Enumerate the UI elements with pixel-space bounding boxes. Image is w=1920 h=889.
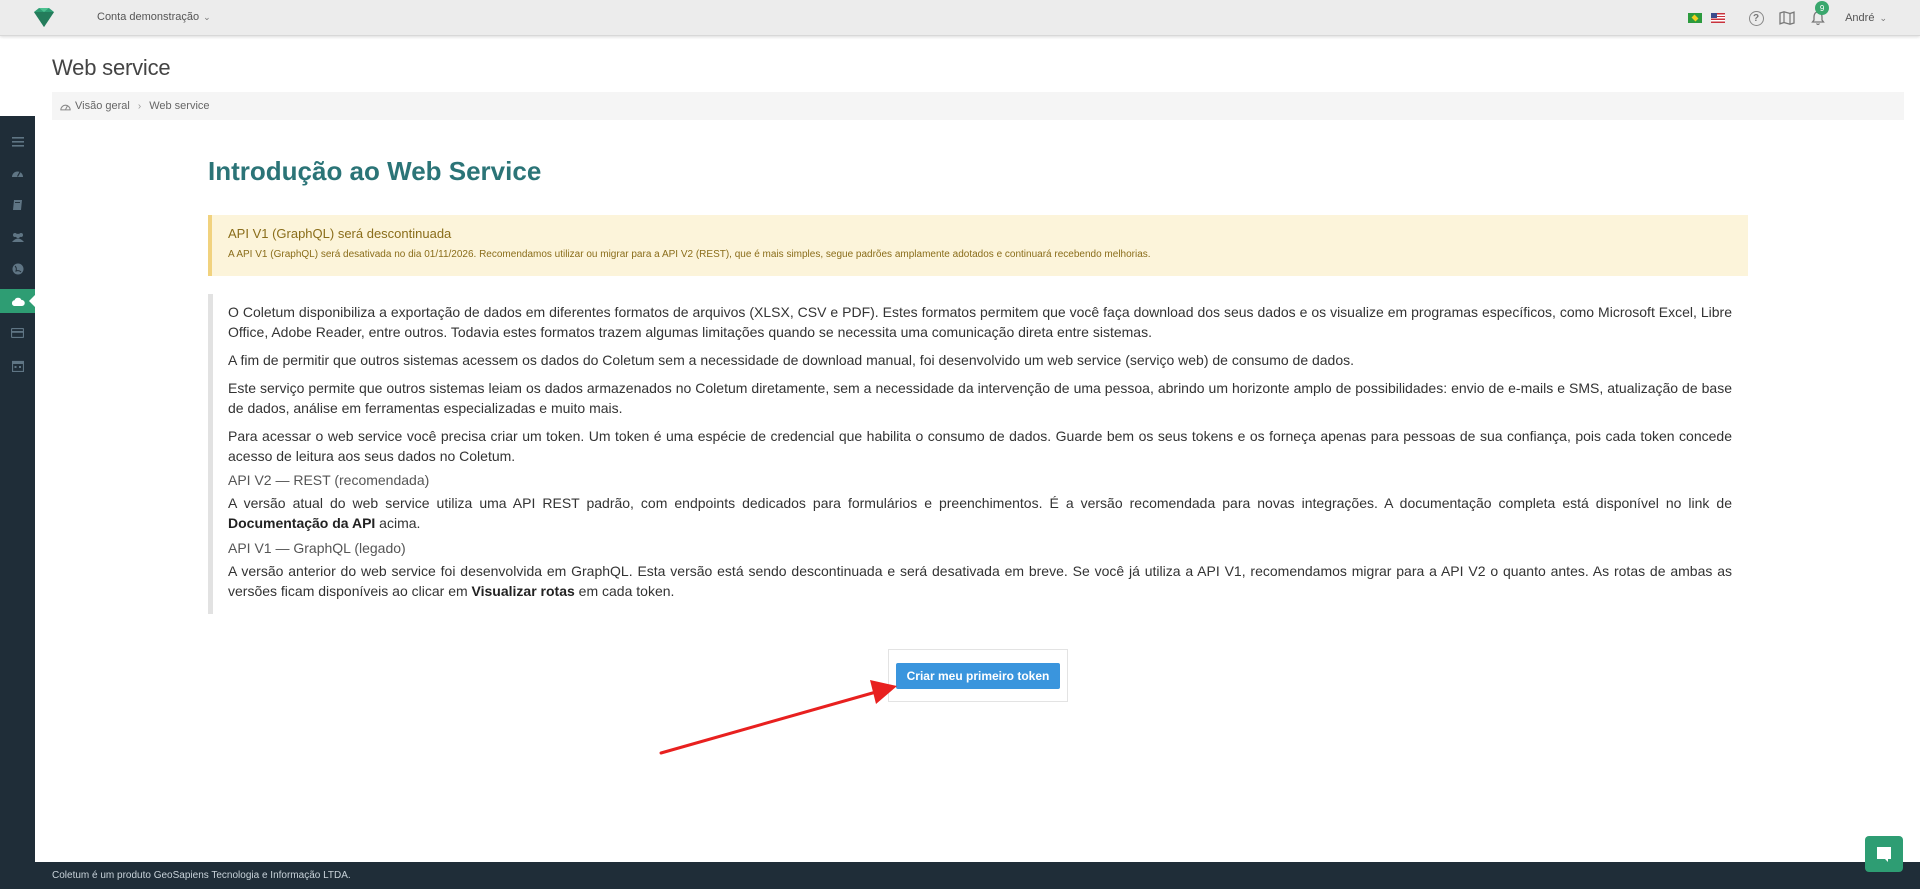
chat-widget-button[interactable] (1865, 836, 1903, 872)
sidebar (0, 116, 35, 889)
alert-text: A API V1 (GraphQL) será desativada no di… (228, 249, 1151, 260)
flag-us-icon[interactable] (1711, 13, 1726, 23)
help-button[interactable]: ? (1747, 9, 1765, 27)
book-icon[interactable] (0, 193, 35, 217)
breadcrumb-overview-link[interactable]: Visão geral (75, 100, 130, 112)
intro-paragraph: A fim de permitir que outros sistemas ac… (228, 352, 1355, 368)
chevron-down-icon: ⌄ (203, 11, 211, 22)
chat-icon (1877, 847, 1891, 862)
dashboard-icon (60, 104, 71, 110)
logo-icon[interactable] (32, 7, 56, 29)
breadcrumb: Visão geral › Web service (52, 92, 1904, 120)
intro-paragraph: Para acessar o web service você precisa … (228, 428, 1732, 464)
main-heading: Introdução ao Web Service (208, 156, 542, 186)
help-icon: ? (1748, 10, 1764, 26)
intro-paragraph: O Coletum disponibiliza a exportação de … (228, 304, 1732, 340)
top-bar: Conta demonstração ⌄ ? 9 André ⌄ (0, 0, 1920, 36)
account-selector[interactable]: Conta demonstração ⌄ (97, 11, 211, 23)
user-name: André (1845, 12, 1875, 24)
view-routes-reference: Visualizar rotas (471, 583, 575, 599)
notifications-button[interactable]: 9 (1809, 1, 1830, 27)
api-v1-text: A versão anterior do web service foi des… (228, 563, 1732, 599)
api-v1-title: API V1 — GraphQL (legado) (228, 540, 406, 556)
intro-paragraph: Este serviço permite que outros sistemas… (228, 380, 1732, 416)
top-right-tools: ? 9 André ⌄ (1688, 0, 1920, 36)
api-v2-text: A versão atual do web service utiliza um… (228, 495, 1732, 531)
card-icon[interactable] (0, 321, 35, 345)
globe-icon[interactable] (0, 257, 35, 281)
map-button[interactable] (1778, 9, 1796, 27)
footer: Coletum é um produto GeoSapiens Tecnolog… (0, 862, 1920, 889)
notification-badge: 9 (1815, 1, 1830, 15)
chevron-down-icon: ⌄ (1879, 12, 1887, 23)
users-icon[interactable] (0, 225, 35, 249)
map-icon (1779, 11, 1795, 25)
calendar-icon[interactable] (0, 354, 35, 378)
breadcrumb-current: Web service (149, 100, 210, 112)
deprecation-alert: API V1 (GraphQL) será descontinuada A AP… (208, 215, 1748, 276)
flag-br-icon[interactable] (1688, 13, 1703, 23)
page-title: Web service (52, 55, 171, 80)
api-v2-title: API V2 — REST (recomendada) (228, 472, 430, 488)
cloud-icon[interactable] (0, 289, 35, 313)
list-icon[interactable] (0, 130, 35, 154)
chevron-right-icon: › (137, 100, 142, 112)
footer-text: Coletum é um produto GeoSapiens Tecnolog… (52, 870, 351, 881)
api-docs-reference: Documentação da API (228, 515, 376, 531)
create-first-token-button[interactable]: Criar meu primeiro token (895, 662, 1061, 689)
alert-title: API V1 (GraphQL) será descontinuada (228, 226, 452, 241)
cta-container: Criar meu primeiro token (888, 649, 1068, 702)
user-menu[interactable]: André ⌄ (1845, 12, 1887, 24)
intro-blockquote: O Coletum disponibiliza a exportação de … (208, 294, 1732, 614)
account-label: Conta demonstração (97, 11, 200, 23)
dashboard-icon[interactable] (0, 161, 35, 185)
